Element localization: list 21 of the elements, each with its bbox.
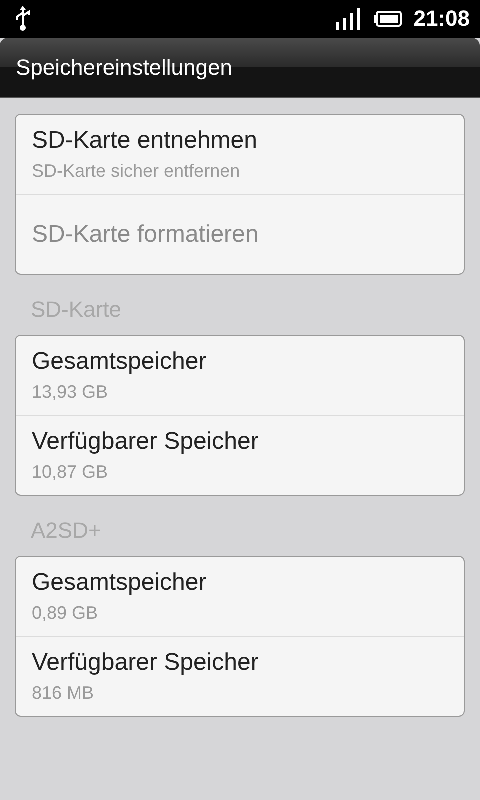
- item-summary: 10,87 GB: [32, 462, 110, 483]
- settings-item[interactable]: Gesamtspeicher 0,89 GB: [16, 557, 464, 636]
- item-title: SD-Karte entnehmen: [32, 127, 258, 155]
- screen-title: Speichereinstellungen: [16, 54, 232, 80]
- settings-item[interactable]: Gesamtspeicher 13,93 GB: [16, 336, 464, 415]
- item-summary: 0,89 GB: [32, 603, 100, 624]
- item-summary: 13,93 GB: [32, 382, 110, 403]
- item-title: Verfügbarer Speicher: [32, 428, 260, 456]
- signal-icon: [336, 8, 362, 30]
- settings-item[interactable]: Verfügbarer Speicher 816 MB: [16, 636, 464, 716]
- item-title: Verfügbarer Speicher: [32, 649, 260, 677]
- settings-item[interactable]: Verfügbarer Speicher 10,87 GB: [16, 415, 464, 495]
- settings-item[interactable]: SD-Karte entnehmen SD-Karte sicher entfernen: [16, 115, 464, 194]
- item-title: Gesamtspeicher: [32, 348, 208, 376]
- battery-icon: [374, 11, 402, 27]
- clock: 21:08: [414, 6, 470, 32]
- usb-icon: [14, 6, 32, 32]
- item-title: SD-Karte formatieren: [32, 220, 260, 248]
- item-title: Gesamtspeicher: [32, 569, 208, 597]
- item-summary: 816 MB: [32, 683, 96, 704]
- item-summary: SD-Karte sicher entfernen: [32, 161, 242, 182]
